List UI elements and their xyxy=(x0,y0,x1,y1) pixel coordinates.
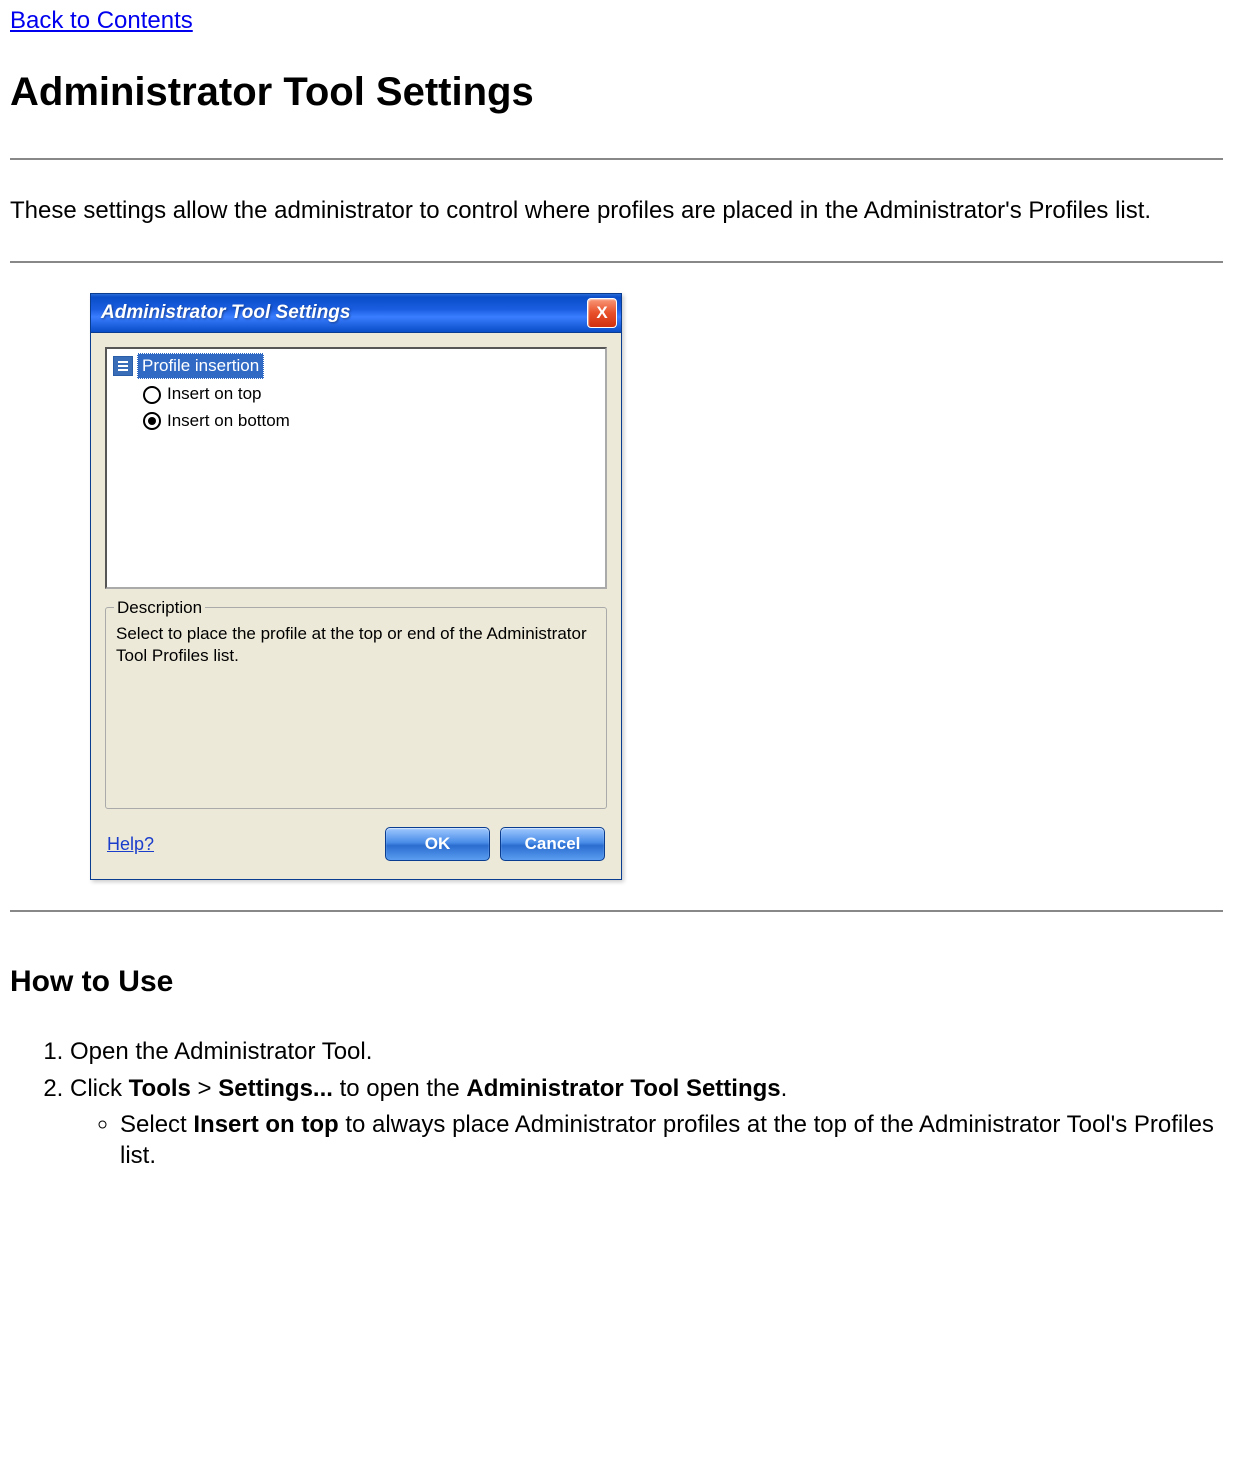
substeps-list: Select Insert on top to always place Adm… xyxy=(70,1109,1223,1171)
dialog-buttons: OK Cancel xyxy=(385,827,605,861)
dialog-body: Profile insertion Insert on top Insert o… xyxy=(91,333,621,879)
sub1-bold: Insert on top xyxy=(193,1111,338,1138)
sub1-prefix: Select xyxy=(120,1111,193,1138)
dialog-button-row: Help? OK Cancel xyxy=(105,827,607,865)
description-label: Description xyxy=(114,597,205,619)
how-to-use-heading: How to Use xyxy=(10,962,1223,1001)
close-button[interactable]: X xyxy=(587,298,617,328)
step-2-mid: to open the xyxy=(333,1075,466,1102)
step-1: Open the Administrator Tool. xyxy=(70,1036,1223,1067)
list-header[interactable]: Profile insertion xyxy=(113,353,599,379)
description-text: Select to place the profile at the top o… xyxy=(116,623,596,667)
help-link[interactable]: Help? xyxy=(107,833,154,856)
step-2-suffix: . xyxy=(781,1075,788,1102)
description-groupbox: Description Select to place the profile … xyxy=(105,607,607,809)
substep-1: Select Insert on top to always place Adm… xyxy=(120,1109,1223,1171)
dialog-title: Administrator Tool Settings xyxy=(101,301,350,326)
divider xyxy=(10,261,1223,263)
step-2-tools: Tools xyxy=(129,1075,191,1102)
step-2: Click Tools > Settings... to open the Ad… xyxy=(70,1073,1223,1172)
radio-insert-on-top[interactable]: Insert on top xyxy=(143,383,599,405)
step-2-settings: Settings... xyxy=(218,1075,333,1102)
steps-list: Open the Administrator Tool. Click Tools… xyxy=(10,1036,1223,1171)
divider xyxy=(10,910,1223,912)
radio-icon-selected xyxy=(143,412,161,430)
page-title: Administrator Tool Settings xyxy=(10,66,1223,118)
ok-button[interactable]: OK xyxy=(385,827,490,861)
radio-icon xyxy=(143,386,161,404)
dialog-screenshot: Administrator Tool Settings X Profile in… xyxy=(90,293,1223,880)
back-to-contents-link[interactable]: Back to Contents xyxy=(10,5,193,36)
step-2-text: Click xyxy=(70,1075,129,1102)
step-2-gt: > xyxy=(191,1075,218,1102)
cancel-button[interactable]: Cancel xyxy=(500,827,605,861)
dialog-window: Administrator Tool Settings X Profile in… xyxy=(90,293,622,880)
list-header-text: Profile insertion xyxy=(137,353,264,379)
radio-label: Insert on top xyxy=(167,383,262,405)
divider xyxy=(10,158,1223,160)
dialog-titlebar: Administrator Tool Settings X xyxy=(91,294,621,333)
radio-insert-on-bottom[interactable]: Insert on bottom xyxy=(143,410,599,432)
radio-label: Insert on bottom xyxy=(167,410,290,432)
intro-paragraph: These settings allow the administrator t… xyxy=(10,195,1223,226)
list-icon xyxy=(113,356,133,376)
settings-listbox[interactable]: Profile insertion Insert on top Insert o… xyxy=(105,347,607,589)
close-icon: X xyxy=(596,302,607,324)
step-2-ats: Administrator Tool Settings xyxy=(466,1075,780,1102)
